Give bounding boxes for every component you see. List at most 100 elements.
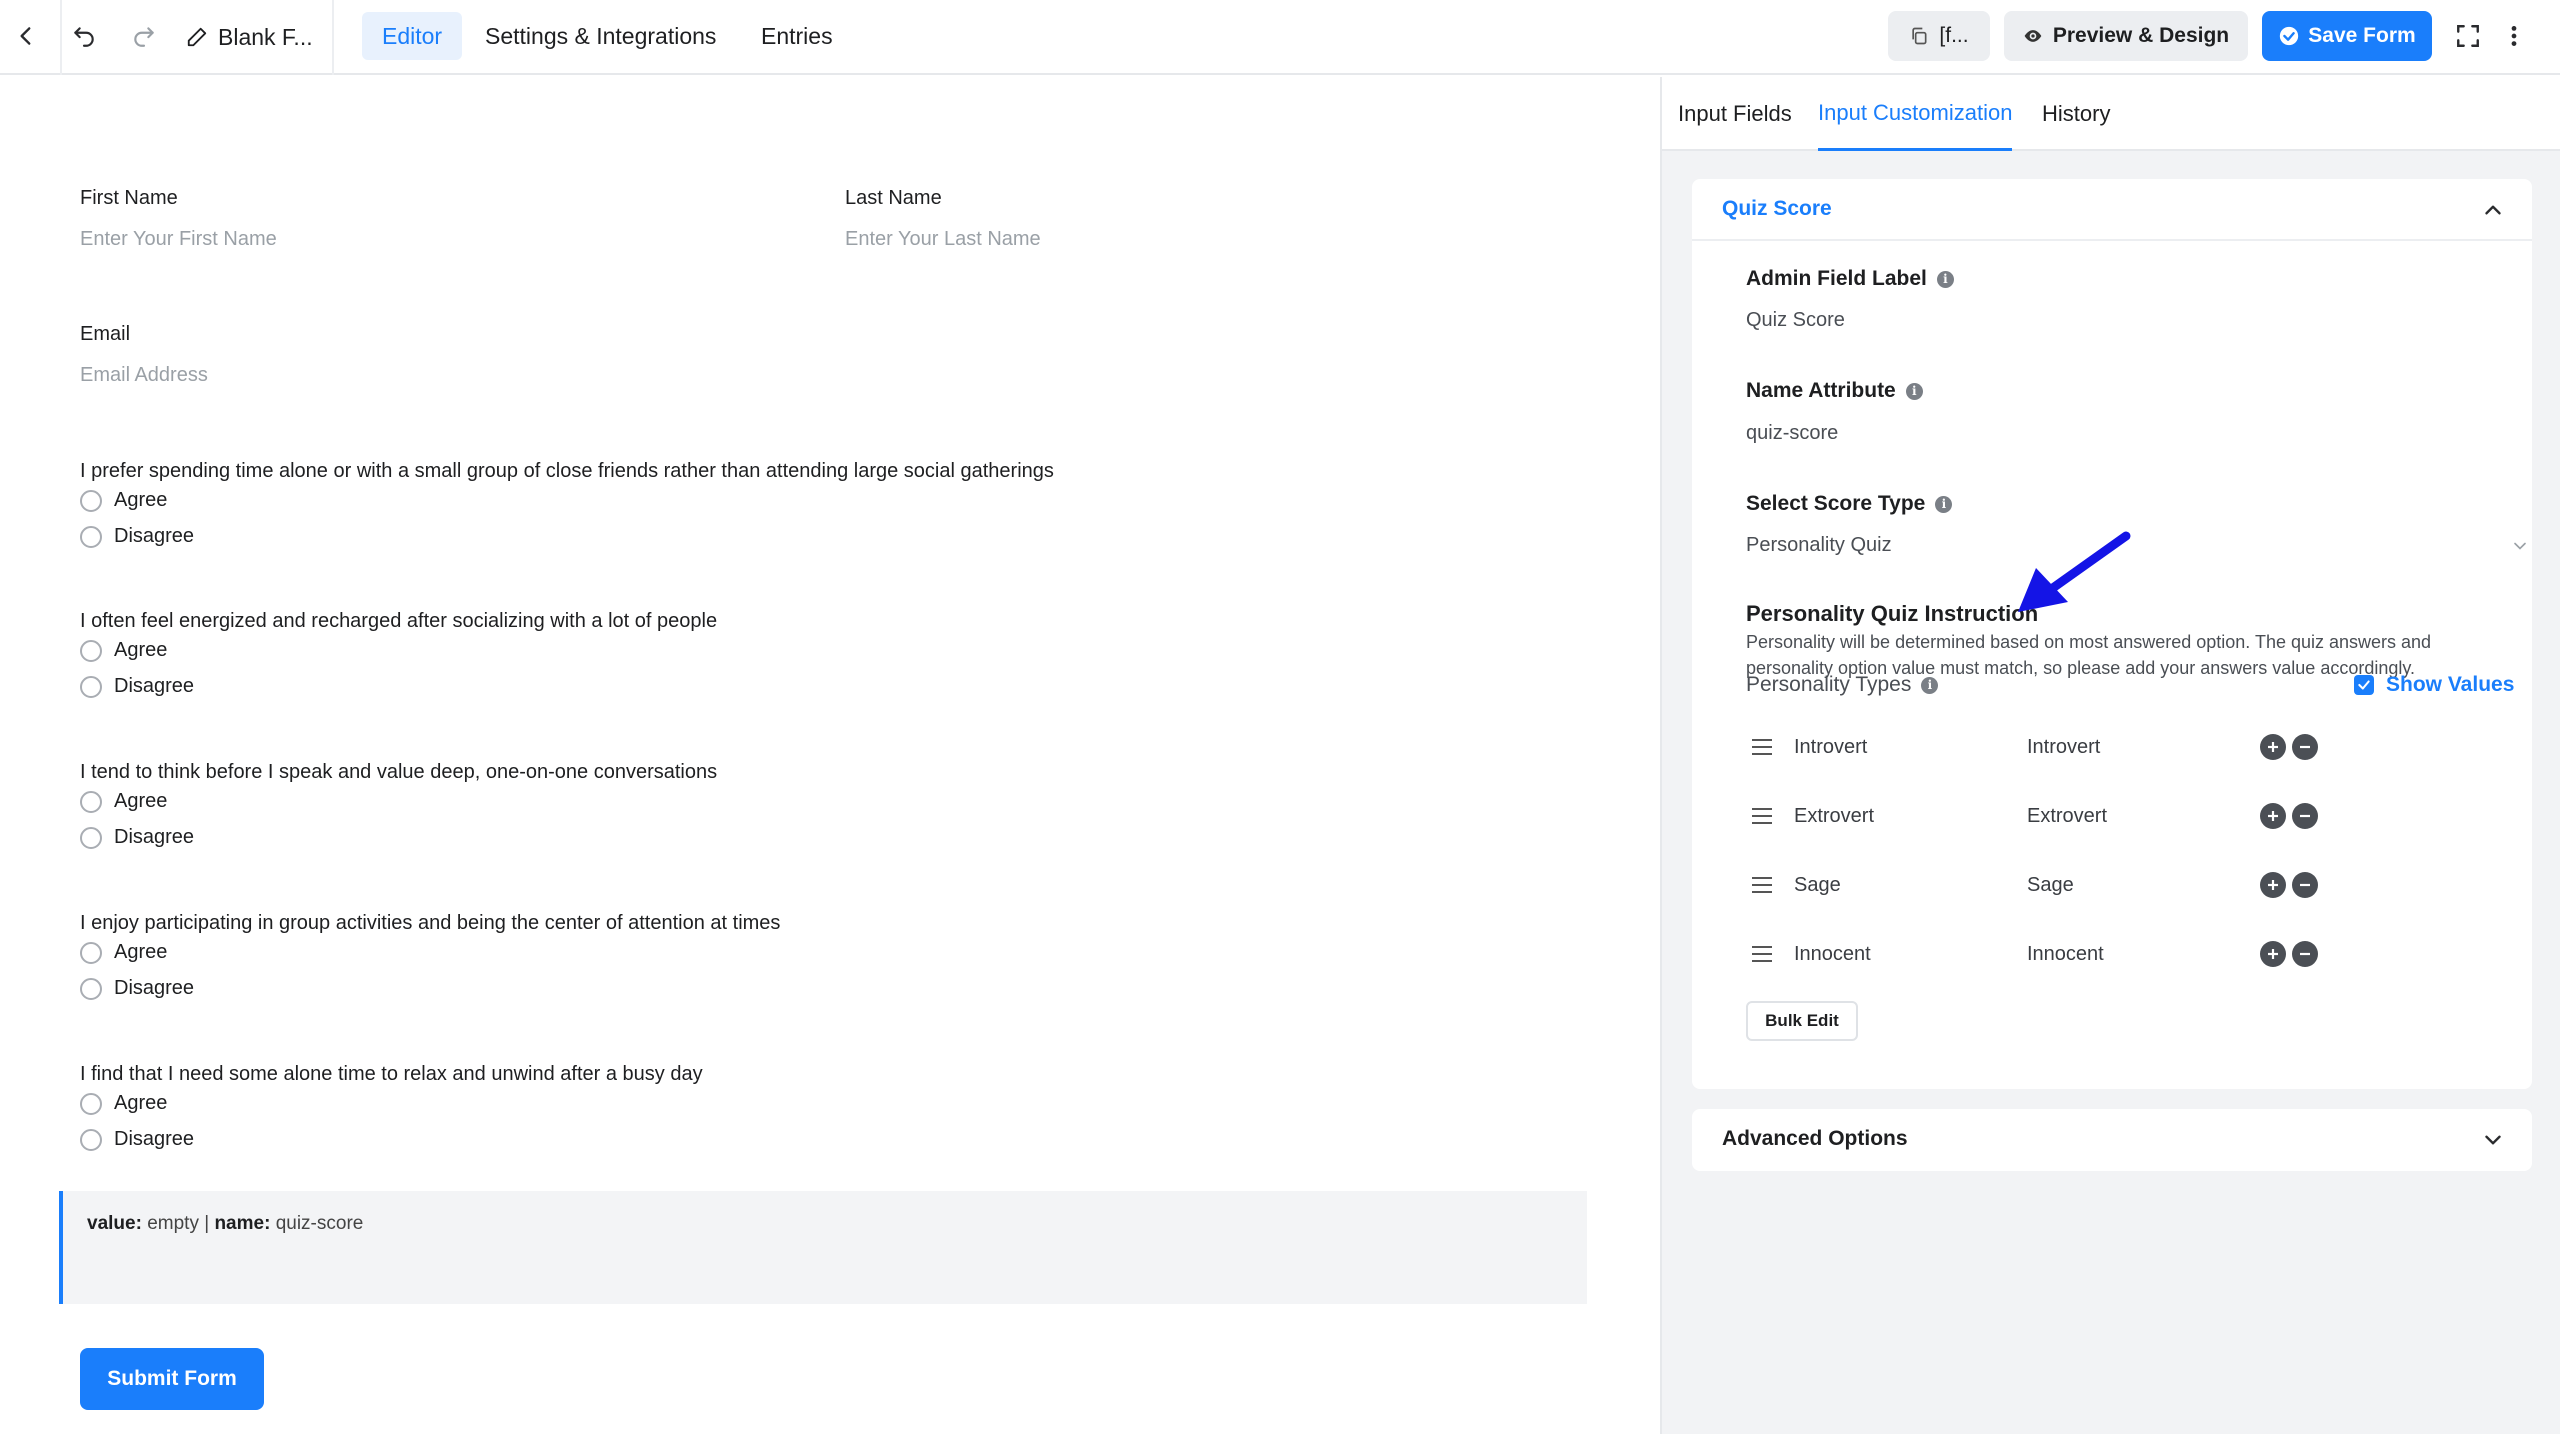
plus-icon[interactable]: [2260, 941, 2286, 967]
radio-button[interactable]: [80, 1092, 102, 1115]
personality-type-row: Innocent Innocent: [1746, 934, 2506, 974]
admin-field-label-title: Admin Field Label i: [1746, 267, 1954, 291]
tab-input-customization[interactable]: Input Customization: [1818, 77, 2013, 151]
fullscreen-icon[interactable]: [2448, 16, 2488, 56]
form-name-text: Blank F...: [218, 23, 313, 50]
save-form-button[interactable]: Save Form: [2262, 11, 2432, 61]
option-label: Agree: [114, 1092, 168, 1114]
admin-field-label-input[interactable]: Quiz Score: [1746, 309, 1845, 332]
type-label[interactable]: Sage: [1794, 874, 2027, 897]
tab-entries[interactable]: Entries: [741, 12, 853, 60]
type-value[interactable]: Sage: [2027, 874, 2260, 897]
quiz-score-field[interactable]: value: empty | name: quiz-score: [59, 1191, 1587, 1304]
name-attribute-title: Name Attribute i: [1746, 379, 1923, 403]
type-value[interactable]: Extrovert: [2027, 805, 2260, 828]
radio-button[interactable]: [80, 525, 102, 548]
question-5-text: I find that I need some alone time to re…: [80, 1063, 703, 1085]
type-label[interactable]: Innocent: [1794, 943, 2027, 966]
back-chevron-icon[interactable]: [6, 16, 46, 56]
personality-type-row: Sage Sage: [1746, 865, 2506, 905]
advanced-options-card[interactable]: Advanced Options: [1692, 1109, 2532, 1171]
tab-editor[interactable]: Editor: [362, 12, 463, 60]
score-type-select[interactable]: Personality Quiz: [1746, 534, 2536, 557]
question-4-option-agree[interactable]: Agree: [80, 941, 167, 964]
value-text: empty: [147, 1213, 199, 1234]
option-label: Agree: [114, 489, 168, 511]
radio-button[interactable]: [80, 977, 102, 1000]
tab-settings-integrations[interactable]: Settings & Integrations: [465, 12, 736, 60]
drag-handle-icon[interactable]: [1750, 875, 1774, 895]
minus-icon[interactable]: [2292, 734, 2318, 760]
value-key: value:: [87, 1213, 142, 1234]
option-label: Agree: [114, 790, 168, 812]
minus-icon[interactable]: [2292, 941, 2318, 967]
question-2-text: I often feel energized and recharged aft…: [80, 610, 718, 632]
save-form-label: Save Form: [2308, 24, 2416, 47]
option-label: Agree: [114, 639, 168, 661]
personality-type-row: Extrovert Extrovert: [1746, 796, 2506, 836]
minus-icon[interactable]: [2292, 803, 2318, 829]
form-name[interactable]: Blank F...: [186, 20, 313, 54]
radio-button[interactable]: [80, 826, 102, 849]
radio-button[interactable]: [80, 790, 102, 813]
question-1-option-disagree[interactable]: Disagree: [80, 525, 194, 548]
option-label: Disagree: [114, 977, 195, 999]
question-5-option-agree[interactable]: Agree: [80, 1092, 167, 1115]
question-1-option-agree[interactable]: Agree: [80, 489, 167, 512]
checkbox[interactable]: [2354, 675, 2374, 695]
settings-panel: Input Fields Input Customization History…: [1660, 77, 2560, 1434]
tab-input-fields[interactable]: Input Fields: [1678, 77, 1792, 151]
chevron-down-icon[interactable]: [2480, 1127, 2506, 1153]
plus-icon[interactable]: [2260, 803, 2286, 829]
option-label: Disagree: [114, 826, 195, 848]
question-4-text: I enjoy participating in group activitie…: [80, 912, 781, 934]
radio-button[interactable]: [80, 1128, 102, 1151]
drag-handle-icon[interactable]: [1750, 806, 1774, 826]
radio-button[interactable]: [80, 489, 102, 512]
radio-button[interactable]: [80, 639, 102, 662]
type-label[interactable]: Extrovert: [1794, 805, 2027, 828]
radio-button[interactable]: [80, 675, 102, 698]
type-value[interactable]: Innocent: [2027, 943, 2260, 966]
last-name-input[interactable]: Enter Your Last Name: [845, 228, 1041, 251]
plus-icon[interactable]: [2260, 734, 2286, 760]
preview-design-label: Preview & Design: [2052, 24, 2230, 47]
preview-design-button[interactable]: Preview & Design: [2004, 11, 2248, 61]
first-name-input[interactable]: Enter Your First Name: [80, 228, 277, 251]
info-icon[interactable]: i: [1936, 270, 1954, 288]
email-label: Email: [80, 323, 131, 345]
question-3-option-disagree[interactable]: Disagree: [80, 826, 194, 849]
type-value[interactable]: Introvert: [2027, 736, 2260, 759]
drag-handle-icon[interactable]: [1750, 737, 1774, 757]
radio-button[interactable]: [80, 941, 102, 964]
chevron-up-icon[interactable]: [2480, 197, 2506, 223]
show-values-toggle[interactable]: Show Values: [2354, 673, 2514, 697]
question-3-option-agree[interactable]: Agree: [80, 790, 167, 813]
info-icon[interactable]: i: [1935, 495, 1953, 513]
option-label: Disagree: [114, 1128, 195, 1150]
question-5-option-disagree[interactable]: Disagree: [80, 1128, 194, 1151]
tab-history[interactable]: History: [2042, 77, 2110, 151]
more-vertical-icon[interactable]: [2494, 16, 2534, 56]
label-text: Admin Field Label: [1746, 267, 1927, 290]
question-2-option-disagree[interactable]: Disagree: [80, 675, 194, 698]
drag-handle-icon[interactable]: [1750, 944, 1774, 964]
shortcode-button[interactable]: [f...: [1888, 11, 1990, 61]
name-key: name:: [214, 1213, 271, 1234]
info-icon[interactable]: i: [1905, 382, 1923, 400]
name-attribute-input[interactable]: quiz-score: [1746, 422, 1838, 445]
quiz-score-card-header[interactable]: Quiz Score: [1692, 179, 2532, 241]
minus-icon[interactable]: [2292, 872, 2318, 898]
copy-icon: [1912, 27, 1927, 45]
redo-icon[interactable]: [124, 16, 164, 56]
annotation-arrow-icon: [2018, 531, 2131, 612]
type-label[interactable]: Introvert: [1794, 736, 2027, 759]
bulk-edit-button[interactable]: Bulk Edit: [1746, 1001, 1858, 1041]
undo-icon[interactable]: [64, 16, 104, 56]
submit-form-button[interactable]: Submit Form: [80, 1348, 264, 1410]
email-input[interactable]: Email Address: [80, 364, 208, 387]
info-icon[interactable]: i: [1921, 676, 1939, 694]
plus-icon[interactable]: [2260, 872, 2286, 898]
question-2-option-agree[interactable]: Agree: [80, 639, 167, 662]
question-4-option-disagree[interactable]: Disagree: [80, 977, 194, 1000]
